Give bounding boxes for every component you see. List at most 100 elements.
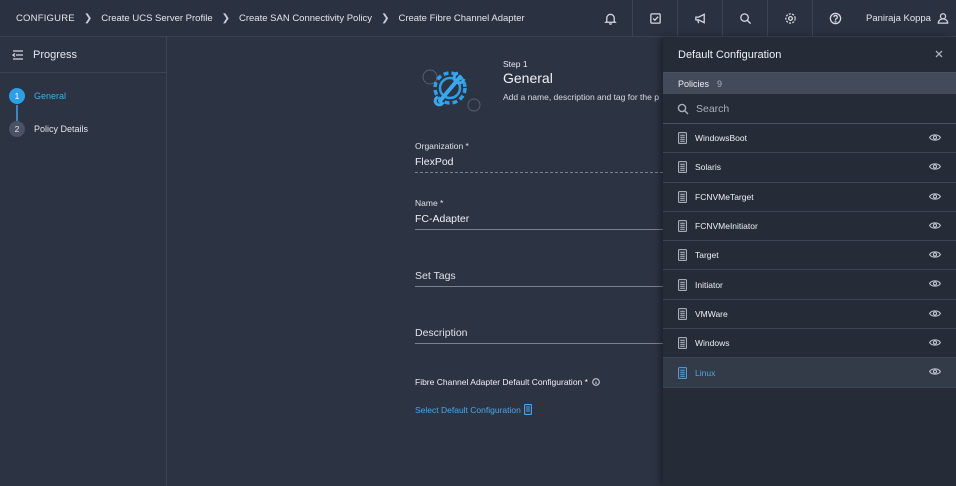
progress-header: Progress — [0, 37, 166, 73]
breadcrumb-create-ucs-server-profile[interactable]: Create UCS Server Profile — [101, 13, 212, 24]
chevron-right-icon: ❯ — [381, 12, 390, 24]
help-button[interactable] — [813, 0, 857, 36]
default-config-label-text: Fibre Channel Adapter Default Configurat… — [415, 377, 588, 387]
policy-item[interactable]: Solaris — [663, 153, 956, 183]
policy-item[interactable]: VMWare — [663, 300, 956, 330]
document-icon — [523, 404, 532, 415]
policy-item[interactable]: Initiator — [663, 270, 956, 300]
eye-icon[interactable] — [928, 279, 942, 288]
default-config-label: Fibre Channel Adapter Default Configurat… — [415, 377, 600, 387]
policy-name: VMWare — [695, 308, 728, 319]
progress-title: Progress — [33, 48, 78, 61]
eye-icon[interactable] — [928, 162, 942, 171]
breadcrumb-create-fibre-channel-adapter: Create Fibre Channel Adapter — [398, 12, 525, 24]
field-underline — [415, 286, 663, 287]
policy-name: WindowsBoot — [695, 133, 747, 144]
policy-list: WindowsBoot Solaris FCNVMeTarget FCNVMeInit… — [663, 124, 956, 388]
policies-count: 9 — [717, 78, 723, 89]
policy-name: FCNVMeTarget — [695, 191, 754, 202]
page-description: Add a name, description and tag for the … — [503, 92, 659, 102]
document-icon — [678, 190, 687, 203]
breadcrumb-configure[interactable]: CONFIGURE — [16, 13, 75, 24]
chevron-right-icon: ❯ — [221, 12, 230, 24]
policy-item[interactable]: FCNVMeInitiator — [663, 212, 956, 242]
default-configuration-panel: Default Configuration Policies 9 Windows… — [663, 37, 956, 486]
step-policy-details[interactable]: 2 Policy Details — [9, 121, 88, 137]
policy-name: Solaris — [695, 162, 721, 173]
breadcrumb: CONFIGURE ❯ Create UCS Server Profile ❯ … — [0, 13, 525, 24]
megaphone-icon — [694, 12, 705, 24]
eye-icon[interactable] — [928, 221, 942, 230]
organization-label: Organization * — [415, 141, 469, 151]
document-icon — [678, 161, 687, 174]
info-icon[interactable] — [592, 378, 600, 386]
step-indicator: Step 1 — [503, 59, 528, 69]
breadcrumb-create-san-connectivity-policy[interactable]: Create SAN Connectivity Policy — [239, 13, 372, 24]
policies-label: Policies — [678, 78, 710, 89]
step-number: 1 — [9, 88, 25, 104]
eye-icon[interactable] — [928, 309, 942, 318]
policy-item[interactable]: FCNVMeTarget — [663, 183, 956, 212]
field-underline — [415, 172, 663, 174]
search-icon — [677, 103, 689, 114]
document-icon — [678, 132, 687, 145]
policy-item[interactable]: Windows — [663, 329, 956, 359]
close-button[interactable] — [934, 49, 944, 59]
document-icon — [678, 308, 687, 320]
document-icon — [678, 249, 687, 262]
panel-title: Default Configuration — [678, 48, 782, 61]
eye-icon[interactable] — [928, 133, 942, 142]
eye-icon[interactable] — [928, 250, 942, 259]
search-button[interactable] — [723, 0, 768, 36]
document-icon — [678, 337, 687, 350]
chevron-right-icon: ❯ — [83, 12, 93, 24]
step-label: General — [34, 91, 67, 101]
tasks-button[interactable] — [633, 0, 678, 36]
page-title: General — [503, 70, 553, 86]
help-icon — [829, 12, 841, 24]
policy-item[interactable]: Linux — [663, 358, 956, 388]
select-default-config-link[interactable]: Select Default Configuration — [415, 404, 532, 415]
collapse-menu-icon[interactable] — [12, 49, 24, 61]
field-underline — [415, 343, 663, 344]
eye-icon[interactable] — [928, 338, 942, 347]
policy-name: Target — [695, 250, 719, 261]
announcements-button[interactable] — [678, 0, 723, 36]
field-underline — [415, 229, 663, 230]
bell-icon — [603, 13, 617, 25]
select-default-config-text: Select Default Configuration — [415, 404, 521, 415]
policy-name: Initiator — [695, 279, 723, 290]
notifications-button[interactable] — [588, 0, 633, 36]
policy-name: Linux — [695, 367, 716, 378]
organization-field[interactable]: Organization * FlexPod — [415, 141, 663, 174]
close-icon — [935, 50, 943, 58]
description-input[interactable]: Description — [415, 327, 663, 343]
user-menu[interactable]: Paniraja Koppa — [866, 0, 949, 36]
eye-icon[interactable] — [928, 367, 942, 376]
settings-button[interactable] — [768, 0, 813, 36]
document-icon — [678, 220, 687, 232]
top-bar: CONFIGURE ❯ Create UCS Server Profile ❯ … — [0, 0, 956, 37]
eye-icon[interactable] — [928, 192, 942, 201]
step-general[interactable]: 1 General — [9, 88, 66, 104]
step-connector — [16, 105, 18, 122]
organization-value[interactable]: FlexPod — [415, 156, 663, 172]
tags-input[interactable]: Set Tags — [415, 270, 663, 286]
policy-item[interactable]: WindowsBoot — [663, 124, 956, 154]
task-check-icon — [649, 12, 661, 24]
name-label: Name * — [415, 198, 444, 208]
description-field[interactable]: Description — [415, 327, 663, 344]
document-icon — [678, 366, 687, 379]
name-input[interactable]: FC-Adapter — [415, 213, 663, 229]
step-number: 2 — [9, 121, 25, 137]
progress-sidebar: Progress 1 General 2 Policy Details — [0, 37, 167, 486]
user-name: Paniraja Koppa — [866, 12, 931, 24]
policy-search — [663, 94, 956, 124]
policy-name: Windows — [695, 338, 730, 349]
gear-icon — [784, 12, 796, 24]
tags-field[interactable]: Set Tags — [415, 270, 663, 287]
panel-header: Default Configuration — [663, 37, 956, 73]
name-field[interactable]: Name * FC-Adapter — [415, 198, 663, 230]
policy-item[interactable]: Target — [663, 241, 956, 271]
search-input[interactable] — [696, 102, 916, 115]
